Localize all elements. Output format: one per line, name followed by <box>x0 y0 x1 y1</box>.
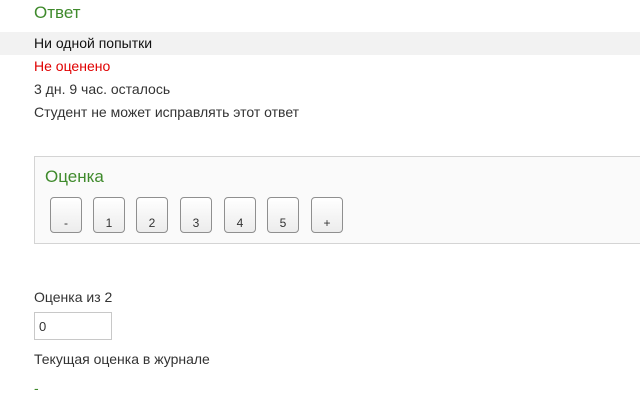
current-gradebook-value: - <box>34 380 39 396</box>
grade-option-1[interactable]: 1 <box>93 197 125 233</box>
grading-status: Не оценено <box>34 58 111 74</box>
grade-option-5[interactable]: 5 <box>267 197 299 233</box>
current-gradebook-label: Текущая оценка в журнале <box>34 351 210 367</box>
grade-heading: Оценка <box>45 167 104 186</box>
grade-out-of-label: Оценка из 2 <box>34 289 113 305</box>
grade-option-2[interactable]: 2 <box>136 197 168 233</box>
grade-option-minus[interactable]: - <box>50 197 82 233</box>
grade-option-4[interactable]: 4 <box>224 197 256 233</box>
assignment-grading-page: Ответ Ни одной попытки Не оценено 3 дн. … <box>0 0 640 400</box>
grade-option-plus[interactable]: + <box>311 197 343 233</box>
attempt-status-row: Ни одной попытки <box>0 32 640 55</box>
time-remaining: 3 дн. 9 час. осталось <box>34 81 171 97</box>
grade-fieldset: Оценка - 1 2 3 4 5 + <box>34 156 640 244</box>
submission-heading: Ответ <box>34 3 81 22</box>
attempt-status: Ни одной попытки <box>34 35 153 51</box>
grade-option-3[interactable]: 3 <box>180 197 212 233</box>
grade-input[interactable] <box>34 312 112 340</box>
editing-status: Студент не может исправлять этот ответ <box>34 104 300 120</box>
